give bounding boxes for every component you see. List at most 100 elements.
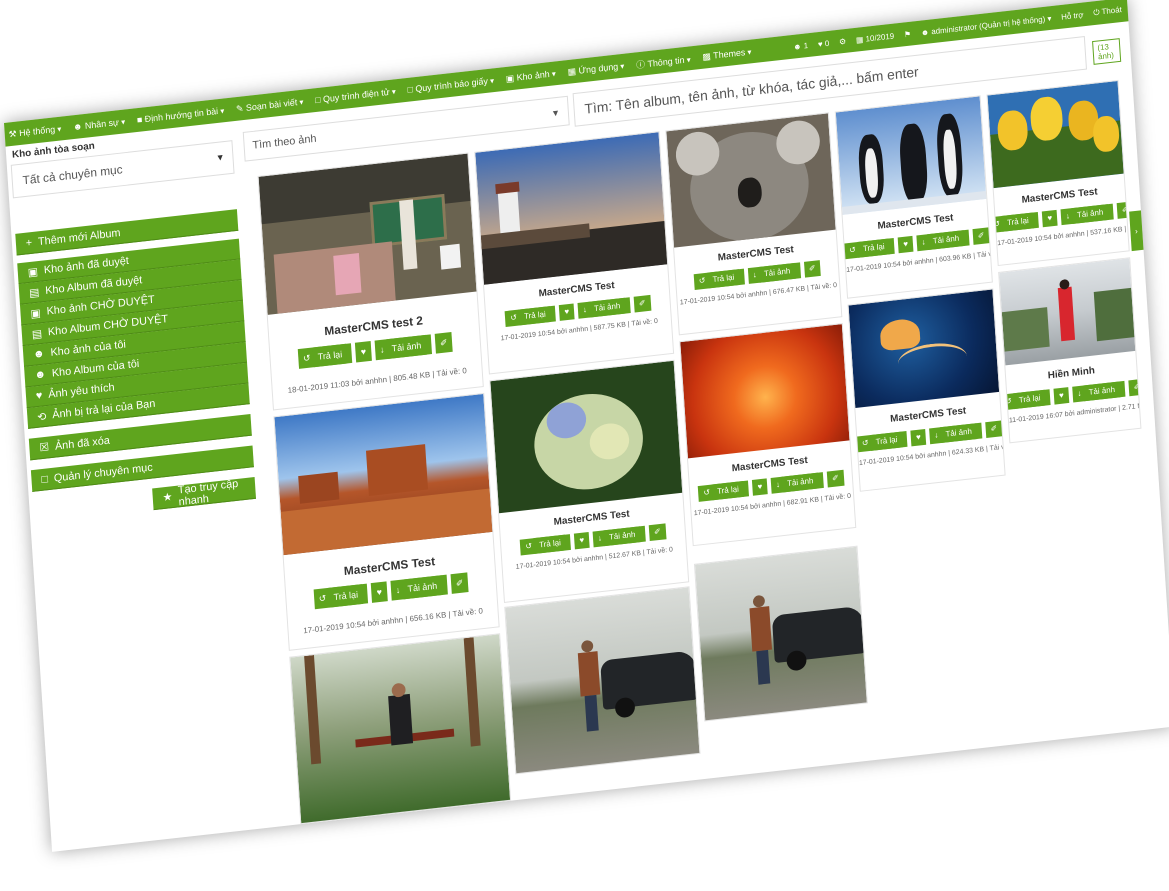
user-icon: ☻ — [32, 347, 45, 361]
menu-ung-dung[interactable]: ▦ Ứng dụng — [567, 60, 624, 77]
edit-button[interactable]: ✐ — [803, 260, 822, 278]
menu-nhan-su[interactable]: ☻ Nhân sự — [73, 116, 126, 132]
photo-man-with-car[interactable] — [505, 587, 700, 775]
menu-thong-tin[interactable]: ⓘ Thông tin — [636, 52, 691, 71]
photo-jellyfish[interactable] — [848, 289, 1000, 408]
menu-quy-trinh-dien-tu[interactable]: □ Quy trình điện tử — [315, 86, 396, 105]
photo-koala[interactable] — [666, 113, 836, 248]
menu-quy-trinh-bao-giay[interactable]: □ Quy trình báo giấy — [407, 75, 494, 95]
photo-penguins[interactable] — [835, 96, 987, 215]
edit-button[interactable]: ✐ — [985, 420, 1003, 438]
edit-button[interactable]: ✐ — [648, 523, 667, 542]
download-button[interactable]: ↓ Tải ảnh — [1072, 380, 1126, 403]
menu-label: Định hướng tin bài — [144, 106, 219, 125]
photo-lighthouse[interactable] — [475, 132, 668, 285]
favorite-button[interactable]: ♥ — [355, 341, 372, 363]
edit-button[interactable]: ✐ — [434, 331, 454, 354]
return-button[interactable]: ↺ Trả lại — [843, 237, 895, 260]
edit-button[interactable]: ✐ — [1128, 378, 1142, 397]
folder-icon: ▤ — [31, 327, 43, 341]
favorite-button[interactable]: ♥ — [910, 428, 927, 447]
menu-dinh-huong[interactable]: ■ Định hướng tin bài — [137, 105, 225, 125]
return-button[interactable]: ↺ Trả lại — [856, 431, 908, 453]
return-button[interactable]: ↺ Trả lại — [520, 534, 572, 556]
download-button[interactable]: ↓ Tải ảnh — [374, 334, 432, 361]
return-button[interactable]: ↺ Trả lại — [693, 268, 745, 290]
photo-card[interactable]: MasterCMS Test ↺ Trả lại ♥ ↓ Tải ảnh ✐ 1… — [489, 359, 690, 603]
edit-button[interactable]: ✐ — [972, 227, 990, 245]
download-button[interactable]: ↓ Tải ảnh — [1060, 203, 1114, 226]
return-button[interactable]: ↺ Trả lại — [698, 480, 750, 502]
logout-link[interactable]: ⏻ Thoát — [1093, 5, 1122, 18]
favorite-button[interactable]: ♥ — [897, 235, 914, 254]
user-menu[interactable]: ☻ administrator (Quản trị hệ thống) — [921, 14, 1052, 37]
menu-label: Themes — [712, 46, 746, 61]
photo-man-on-bench[interactable] — [290, 634, 511, 825]
photo-card[interactable]: MasterCMS test 2 ↺ Trả lại ♥ ↓ Tải ảnh ✐… — [257, 152, 484, 411]
photo-desert[interactable] — [274, 393, 493, 556]
photo-card[interactable]: MasterCMS Test ↺ Trả lại ♥ ↓ Tải ảnh ✐ 1… — [273, 392, 500, 651]
download-button[interactable]: ↓ Tải ảnh — [770, 472, 824, 494]
favorite-button[interactable]: ♥ — [371, 581, 388, 603]
chevron-down-icon: ▼ — [550, 107, 561, 119]
favorite-button[interactable]: ♥ — [559, 303, 575, 321]
download-button[interactable]: ↓ Tải ảnh — [929, 422, 983, 445]
settings-icon[interactable]: ⚙ — [839, 36, 847, 46]
photo-card[interactable]: Hiền Minh ↺ Trả lại ♥ ↓ Tải ảnh ✐ 11-01-… — [998, 257, 1142, 444]
favorite-button[interactable]: ♥ — [752, 478, 768, 496]
edit-button[interactable]: ✐ — [633, 294, 652, 313]
menu-label: Soạn bài viết — [245, 96, 298, 113]
photo-woman-in-red[interactable] — [999, 258, 1136, 366]
return-button[interactable]: ↺ Trả lại — [987, 211, 1040, 234]
download-button[interactable]: ↓ Tải ảnh — [747, 262, 801, 284]
photo-man-with-car-2[interactable] — [694, 546, 867, 722]
download-label: Tải ảnh — [1083, 381, 1121, 402]
user-name: administrator (Quản trị hệ thống) — [931, 14, 1046, 36]
favorite-button[interactable]: ♥ — [1053, 387, 1070, 405]
help-link[interactable]: Hỗ trợ — [1061, 10, 1084, 21]
add-album-label: Thêm mới Album — [37, 226, 121, 248]
photo-count-badge: (13 ảnh) — [1092, 38, 1122, 65]
return-button[interactable]: ↺ Trả lại — [999, 389, 1051, 411]
photo-card[interactable]: MasterCMS Test ↺ Trả lại ♥ ↓ Tải ảnh ✐ 1… — [847, 288, 1006, 492]
photo-hydrangeas[interactable] — [490, 360, 683, 514]
favorite-button[interactable]: ♥ — [1042, 209, 1058, 228]
quick-access-button[interactable]: ★ Tạo truy cập nhanh — [152, 477, 257, 511]
menu-he-thong[interactable]: ⚒ Hệ thống — [8, 123, 61, 140]
photo-card[interactable]: MasterCMS Test ↺ Trả lại ↓ Tải ảnh ✐ 17-… — [665, 112, 843, 336]
photo-chrysanthemum[interactable] — [680, 324, 850, 459]
favorite-count[interactable]: ♥ 0 — [818, 38, 830, 48]
edit-button[interactable]: ✐ — [1116, 201, 1130, 219]
photo-meta: 18-01-2019 11:03 bởi anhhn | 805.48 KB |… — [287, 366, 467, 395]
download-button[interactable]: ↓ Tải ảnh — [916, 229, 970, 252]
photo-tulips[interactable] — [987, 81, 1124, 189]
user-icon: ☻ — [34, 368, 47, 382]
bookmark-icon[interactable]: ⚑ — [904, 29, 912, 39]
photo-card[interactable]: MasterCMS Test ↺ Trả lại ♥ ↓ Tải ảnh ✐ 1… — [986, 79, 1130, 267]
photo-card[interactable]: MasterCMS Test ↺ Trả lại ♥ ↓ Tải ảnh ✐ 1… — [679, 323, 857, 547]
menu-soan-bai[interactable]: ✎ Soạn bài viết — [236, 96, 304, 114]
photo-card[interactable] — [504, 586, 701, 775]
photo-card[interactable]: MasterCMS Test ↺ Trả lại ♥ ↓ Tải ảnh ✐ 1… — [474, 131, 675, 375]
edit-button[interactable]: ✐ — [450, 572, 469, 594]
download-button[interactable]: ↓ Tải ảnh — [577, 297, 631, 319]
edit-button[interactable]: ✐ — [826, 469, 845, 488]
return-button[interactable]: ↺ Trả lại — [313, 583, 369, 610]
notification-count[interactable]: ☻ 1 — [793, 41, 808, 52]
return-button[interactable]: ↺ Trả lại — [297, 343, 353, 369]
menu-kho-anh[interactable]: ▣ Kho ảnh — [505, 68, 556, 84]
menu-themes[interactable]: ▩ Themes — [702, 46, 752, 62]
photo-card[interactable]: MasterCMS Test ↺ Trả lại ♥ ↓ Tải ảnh ✐ 1… — [834, 95, 993, 299]
main-content: Tìm theo ảnh ▼ Tìm: Tên album, tên ảnh, … — [242, 24, 1142, 825]
return-button[interactable]: ↺ Trả lại — [504, 305, 557, 327]
return-label: Trả lại — [312, 343, 348, 368]
photo-card[interactable] — [693, 545, 868, 722]
photo-classroom[interactable] — [258, 153, 477, 315]
menu-label: Quy trình điện tử — [322, 86, 390, 105]
download-button[interactable]: ↓ Tải ảnh — [592, 525, 646, 548]
favorite-button[interactable]: ♥ — [574, 532, 590, 550]
side-toggle-tab[interactable]: › — [1129, 210, 1144, 252]
download-button[interactable]: ↓ Tải ảnh — [390, 574, 448, 601]
photo-card[interactable] — [289, 633, 512, 825]
chevron-down-icon: ▼ — [215, 151, 225, 163]
